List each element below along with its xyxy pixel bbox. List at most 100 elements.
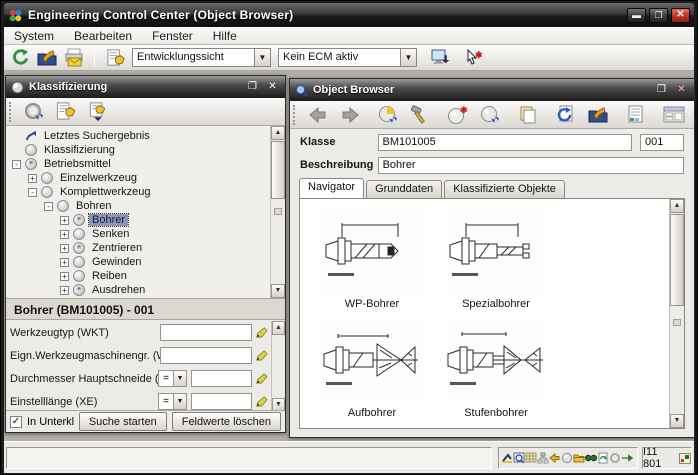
close-button[interactable]: ✕ <box>671 8 690 23</box>
subclass-checkbox-label[interactable]: In Unterklassen s... <box>27 416 74 428</box>
grid-item-aufbohrer[interactable]: Aufbohrer <box>312 316 432 419</box>
folder-export-icon[interactable] <box>35 47 59 69</box>
clear-fields-button[interactable]: Feldwerte löschen <box>172 412 281 431</box>
table-status-icon[interactable] <box>525 451 537 466</box>
tree-item-label[interactable]: Bohren <box>73 200 114 212</box>
panel-maximize-icon[interactable]: ❐ <box>245 81 260 94</box>
expand-icon[interactable]: + <box>28 174 37 183</box>
card-view-icon[interactable] <box>661 103 687 127</box>
start-search-button[interactable]: Suche starten <box>79 412 167 431</box>
search-classes-icon[interactable] <box>21 100 47 124</box>
expand-icon[interactable]: + <box>60 286 69 295</box>
menu-fenster[interactable]: Fenster <box>152 29 193 43</box>
ecm-select[interactable]: Kein ECM aktiv ▼ <box>278 48 417 67</box>
sphere-status-icon[interactable] <box>561 451 573 466</box>
expand-icon[interactable]: + <box>60 230 69 239</box>
tree-item-letztes-suchergebnis[interactable]: Letztes Suchergebnis <box>6 129 285 143</box>
grid-item-label[interactable]: Stufenbohrer <box>436 407 556 419</box>
tree-item-label[interactable]: Gewinden <box>89 256 145 268</box>
grid-item-modularbohrer[interactable]: Modularbohrer <box>436 425 556 429</box>
d1-input[interactable] <box>191 370 252 387</box>
browse-sphere-icon[interactable] <box>477 103 503 127</box>
panel-close-icon[interactable]: ✕ <box>265 81 280 94</box>
tree-item-reiben[interactable]: + Reiben <box>6 269 285 283</box>
report-icon[interactable] <box>623 103 649 127</box>
expand-icon[interactable]: + <box>60 272 69 281</box>
klasse-version-input[interactable] <box>640 134 684 151</box>
panel-maximize-icon[interactable]: ❐ <box>654 84 669 97</box>
scroll-up-icon[interactable]: ▲ <box>670 199 684 213</box>
new-object-icon[interactable]: ✱ <box>445 103 471 127</box>
tree-item-label[interactable]: Komplettwerkzeug <box>57 186 154 198</box>
link-status-icon[interactable] <box>609 451 621 466</box>
grid-item-spiralbohrer[interactable]: Spiralbohrer <box>312 425 432 429</box>
structure-status-icon[interactable] <box>537 451 549 466</box>
collapse-icon[interactable]: - <box>28 188 37 197</box>
scroll-down-icon[interactable]: ▼ <box>271 284 285 298</box>
scroll-up-icon[interactable]: ▲ <box>272 321 285 335</box>
edit-pencil-icon[interactable] <box>255 395 269 409</box>
refresh-icon[interactable] <box>8 47 32 69</box>
grid-item-spezialbohrer[interactable]: Spezialbohrer <box>436 207 556 310</box>
new-list-icon[interactable] <box>103 47 127 69</box>
tree-item-label[interactable]: Zentrieren <box>89 242 145 254</box>
forward-icon[interactable] <box>337 103 363 127</box>
scrollbar-thumb[interactable] <box>271 141 285 199</box>
beschreibung-input[interactable] <box>378 157 684 174</box>
tree-item-bohren[interactable]: - Bohren <box>6 199 285 213</box>
tree-item-label[interactable]: Reiben <box>89 270 130 282</box>
folder-status-icon[interactable] <box>573 451 585 466</box>
form-scrollbar[interactable]: ▲ ▼ <box>271 321 285 412</box>
edit-pencil-icon[interactable] <box>255 349 269 363</box>
hammer-icon[interactable] <box>407 103 433 127</box>
tab-grunddaten[interactable]: Grunddaten <box>366 180 442 198</box>
menu-system[interactable]: System <box>14 29 54 43</box>
collapse-icon[interactable]: - <box>44 202 53 211</box>
view-select-arrow-icon[interactable]: ▼ <box>254 48 271 67</box>
minimize-button[interactable]: ▬ <box>627 8 646 23</box>
binoculars-status-icon[interactable] <box>585 451 597 466</box>
xe-operator-select[interactable]: = ▼ <box>158 393 187 410</box>
edit-pencil-icon[interactable] <box>255 372 269 386</box>
view-select-value[interactable]: Entwicklungssicht <box>132 48 254 67</box>
expand-icon[interactable]: + <box>60 216 69 225</box>
view-select[interactable]: Entwicklungssicht ▼ <box>132 48 271 67</box>
maximize-button[interactable]: ❐ <box>649 8 668 23</box>
scrollbar-thumb[interactable] <box>670 214 684 306</box>
cursor-pick-icon[interactable]: ✱ <box>461 47 485 69</box>
d1-operator-select[interactable]: = ▼ <box>158 370 187 387</box>
grid-scrollbar[interactable]: ▲ ▼ <box>669 199 684 428</box>
ecm-select-arrow-icon[interactable]: ▼ <box>400 48 417 67</box>
export-status-icon[interactable] <box>501 451 513 466</box>
scroll-down-icon[interactable]: ▼ <box>670 414 684 428</box>
tree-item-label[interactable]: Betriebsmittel <box>41 158 114 170</box>
copy-icon[interactable] <box>515 103 541 127</box>
operator-arrow-icon[interactable]: ▼ <box>173 370 187 387</box>
tree-item-label[interactable]: Ausdrehen <box>89 284 148 296</box>
new-class-icon[interactable] <box>53 100 79 124</box>
panel-close-icon[interactable]: ✕ <box>674 84 689 97</box>
operator-arrow-icon[interactable]: ▼ <box>173 393 187 410</box>
tree-scrollbar[interactable]: ▲ ▼ <box>270 126 285 298</box>
doc-sync-status-icon[interactable] <box>597 451 609 466</box>
tree-item-label[interactable]: Klassifizierung <box>41 144 118 156</box>
menu-bearbeiten[interactable]: Bearbeiten <box>74 29 132 43</box>
print-mail-icon[interactable] <box>62 47 86 69</box>
monitor-view-icon[interactable] <box>428 47 452 69</box>
scroll-up-icon[interactable]: ▲ <box>271 126 285 140</box>
xe-input[interactable] <box>191 393 252 410</box>
tree-item-label[interactable]: Einzelwerkzeug <box>57 172 140 184</box>
wmg-input[interactable] <box>160 347 252 364</box>
expand-icon[interactable]: + <box>60 258 69 267</box>
wkt-input[interactable] <box>160 324 252 341</box>
edit-pencil-icon[interactable] <box>255 326 269 340</box>
grid-item-wp-bohrer[interactable]: WP-Bohrer <box>312 207 432 310</box>
arrow-right-status-icon[interactable] <box>621 451 633 466</box>
subclass-checkbox[interactable]: ✓ <box>10 416 22 428</box>
export-class-icon[interactable] <box>85 100 111 124</box>
grid-item-label[interactable]: Aufbohrer <box>312 407 432 419</box>
tree-item-gewinden[interactable]: + Gewinden <box>6 255 285 269</box>
search-sphere-icon[interactable] <box>375 103 401 127</box>
ecm-select-value[interactable]: Kein ECM aktiv <box>278 48 400 67</box>
preview-status-icon[interactable] <box>513 451 525 466</box>
